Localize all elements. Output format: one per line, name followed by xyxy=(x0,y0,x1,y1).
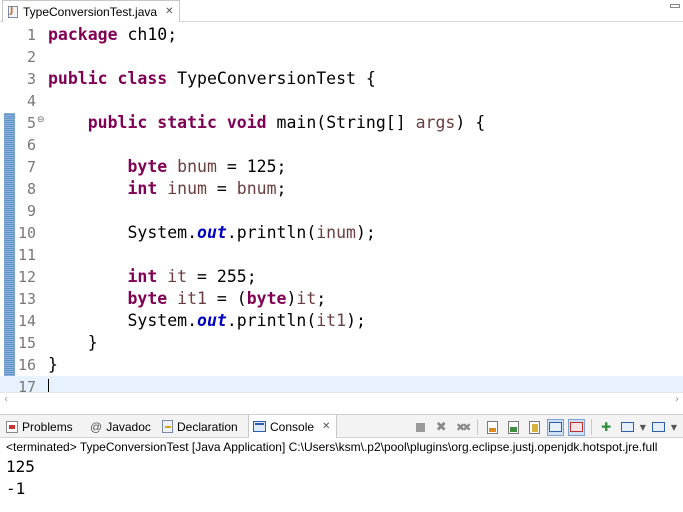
view-tab-bar: Problems @ Javadoc Declaration Console ✕… xyxy=(0,414,683,438)
display-console-button[interactable] xyxy=(619,419,636,436)
editor-tab-typeconversiontest[interactable]: J TypeConversionTest.java ✕ xyxy=(2,0,181,22)
code-text: } xyxy=(87,333,98,352)
console-status-line: <terminated> TypeConversionTest [Java Ap… xyxy=(0,438,683,456)
word-wrap-icon xyxy=(528,420,540,434)
clear-console-icon xyxy=(486,420,498,434)
text-caret xyxy=(48,379,49,392)
chevron-down-icon[interactable]: ▼ xyxy=(640,423,646,432)
code-line: 8 int inum = bnum; xyxy=(0,178,683,200)
open-console-button[interactable] xyxy=(650,419,667,436)
line-number: 7 xyxy=(26,158,36,176)
word-wrap-button[interactable] xyxy=(526,419,543,436)
code-line-current: 17 xyxy=(0,376,683,392)
code-text: public static void main(String[] args) { xyxy=(87,113,486,132)
stop-icon xyxy=(415,422,425,432)
remove-launch-button[interactable]: ✖ xyxy=(433,419,450,436)
code-line: 5 ⊖ public static void main(String[] arg… xyxy=(0,112,683,134)
monitor-error-icon xyxy=(569,422,583,432)
at-icon: @ xyxy=(90,419,103,434)
scroll-right-icon[interactable]: › xyxy=(675,394,679,405)
minimize-icon[interactable] xyxy=(670,4,680,8)
code-text: System.out.println(it1); xyxy=(127,311,366,330)
code-text: System.out.println(inum); xyxy=(127,223,376,242)
problems-icon xyxy=(6,420,18,433)
scroll-left-icon[interactable]: ‹ xyxy=(4,394,8,405)
code-line: 4 xyxy=(0,90,683,112)
code-line: 16 } xyxy=(0,354,683,376)
monitor-icon xyxy=(548,422,562,432)
close-icon[interactable]: ✕ xyxy=(322,421,330,432)
code-line: 3 public class TypeConversionTest { xyxy=(0,68,683,90)
code-line: 9 xyxy=(0,200,683,222)
code-line: 2 xyxy=(0,46,683,68)
editor-tab-label: TypeConversionTest.java xyxy=(23,4,158,19)
line-number: 1 xyxy=(26,26,36,44)
code-text: byte bnum = 125; xyxy=(127,157,287,176)
code-line: 6 xyxy=(0,134,683,156)
code-line: 11 xyxy=(0,244,683,266)
line-number: 14 xyxy=(17,312,36,330)
code-text: public class TypeConversionTest { xyxy=(48,69,376,88)
code-line: 14 System.out.println(it1); xyxy=(0,310,683,332)
code-text: package ch10; xyxy=(48,25,178,44)
scroll-lock-button[interactable] xyxy=(505,419,522,436)
code-text: byte it1 = (byte)it; xyxy=(127,289,327,308)
code-editor[interactable]: 1 package ch10; 2 3 public class TypeCon… xyxy=(0,23,683,392)
fold-collapse-icon[interactable]: ⊖ xyxy=(37,114,45,126)
tab-console[interactable]: Console ✕ xyxy=(248,415,338,438)
horizontal-scrollbar[interactable]: ‹ › xyxy=(0,392,683,408)
tab-label: Javadoc xyxy=(106,419,151,434)
terminate-button[interactable] xyxy=(412,419,429,436)
code-line: 10 System.out.println(inum); xyxy=(0,222,683,244)
tab-label: Problems xyxy=(22,419,73,434)
code-line: 13 byte it1 = (byte)it; xyxy=(0,288,683,310)
code-line: 12 int it = 255; xyxy=(0,266,683,288)
line-number: 12 xyxy=(17,268,36,286)
chevron-down-icon[interactable]: ▼ xyxy=(671,423,677,432)
console-icon xyxy=(253,421,266,432)
line-number: 16 xyxy=(17,356,36,374)
line-number: 17 xyxy=(17,378,36,392)
line-number: 11 xyxy=(17,246,36,264)
open-console-icon xyxy=(651,422,665,432)
line-number: 2 xyxy=(26,48,36,66)
console-toolbar: ✖ ✖✖ ✚ ▼ ▼ xyxy=(412,418,677,436)
code-text: int it = 255; xyxy=(127,267,257,286)
clear-console-button[interactable] xyxy=(484,419,501,436)
show-on-stderr-button[interactable] xyxy=(567,418,585,436)
tab-problems[interactable]: Problems xyxy=(6,415,73,438)
show-on-stdout-button[interactable] xyxy=(546,418,564,436)
code-line: 15 } xyxy=(0,332,683,354)
line-number: 15 xyxy=(17,334,36,352)
line-number: 3 xyxy=(26,70,36,88)
line-number: 8 xyxy=(26,180,36,198)
code-line: 7 byte bnum = 125; xyxy=(0,156,683,178)
console-output[interactable]: 125 -1 xyxy=(0,456,683,512)
close-icon[interactable]: ✕ xyxy=(165,6,173,17)
line-number: 9 xyxy=(26,202,36,220)
console-output-line: -1 xyxy=(6,479,26,498)
editor-tab-bar: J TypeConversionTest.java ✕ xyxy=(0,0,683,22)
tab-label: Console xyxy=(270,419,315,434)
line-number: 13 xyxy=(17,290,36,308)
code-text: } xyxy=(48,355,58,374)
tab-javadoc[interactable]: @ Javadoc xyxy=(90,415,151,438)
java-file-icon: J xyxy=(7,5,19,19)
pin-console-button[interactable]: ✚ xyxy=(598,419,615,436)
line-number: 10 xyxy=(17,224,36,242)
display-console-icon xyxy=(620,422,634,432)
scroll-lock-icon xyxy=(507,420,519,434)
line-number: 6 xyxy=(26,136,36,154)
remove-all-terminated-button[interactable]: ✖✖ xyxy=(454,419,471,436)
line-number: 4 xyxy=(26,92,36,110)
declaration-icon xyxy=(162,420,173,433)
tab-label: Declaration xyxy=(177,419,238,434)
toolbar-separator xyxy=(476,419,478,435)
code-text: int inum = bnum; xyxy=(127,179,287,198)
tab-declaration[interactable]: Declaration xyxy=(162,415,238,438)
console-output-line: 125 xyxy=(6,457,35,476)
code-line: 1 package ch10; xyxy=(0,24,683,46)
line-number: 5 xyxy=(26,114,36,132)
toolbar-separator xyxy=(590,419,592,435)
